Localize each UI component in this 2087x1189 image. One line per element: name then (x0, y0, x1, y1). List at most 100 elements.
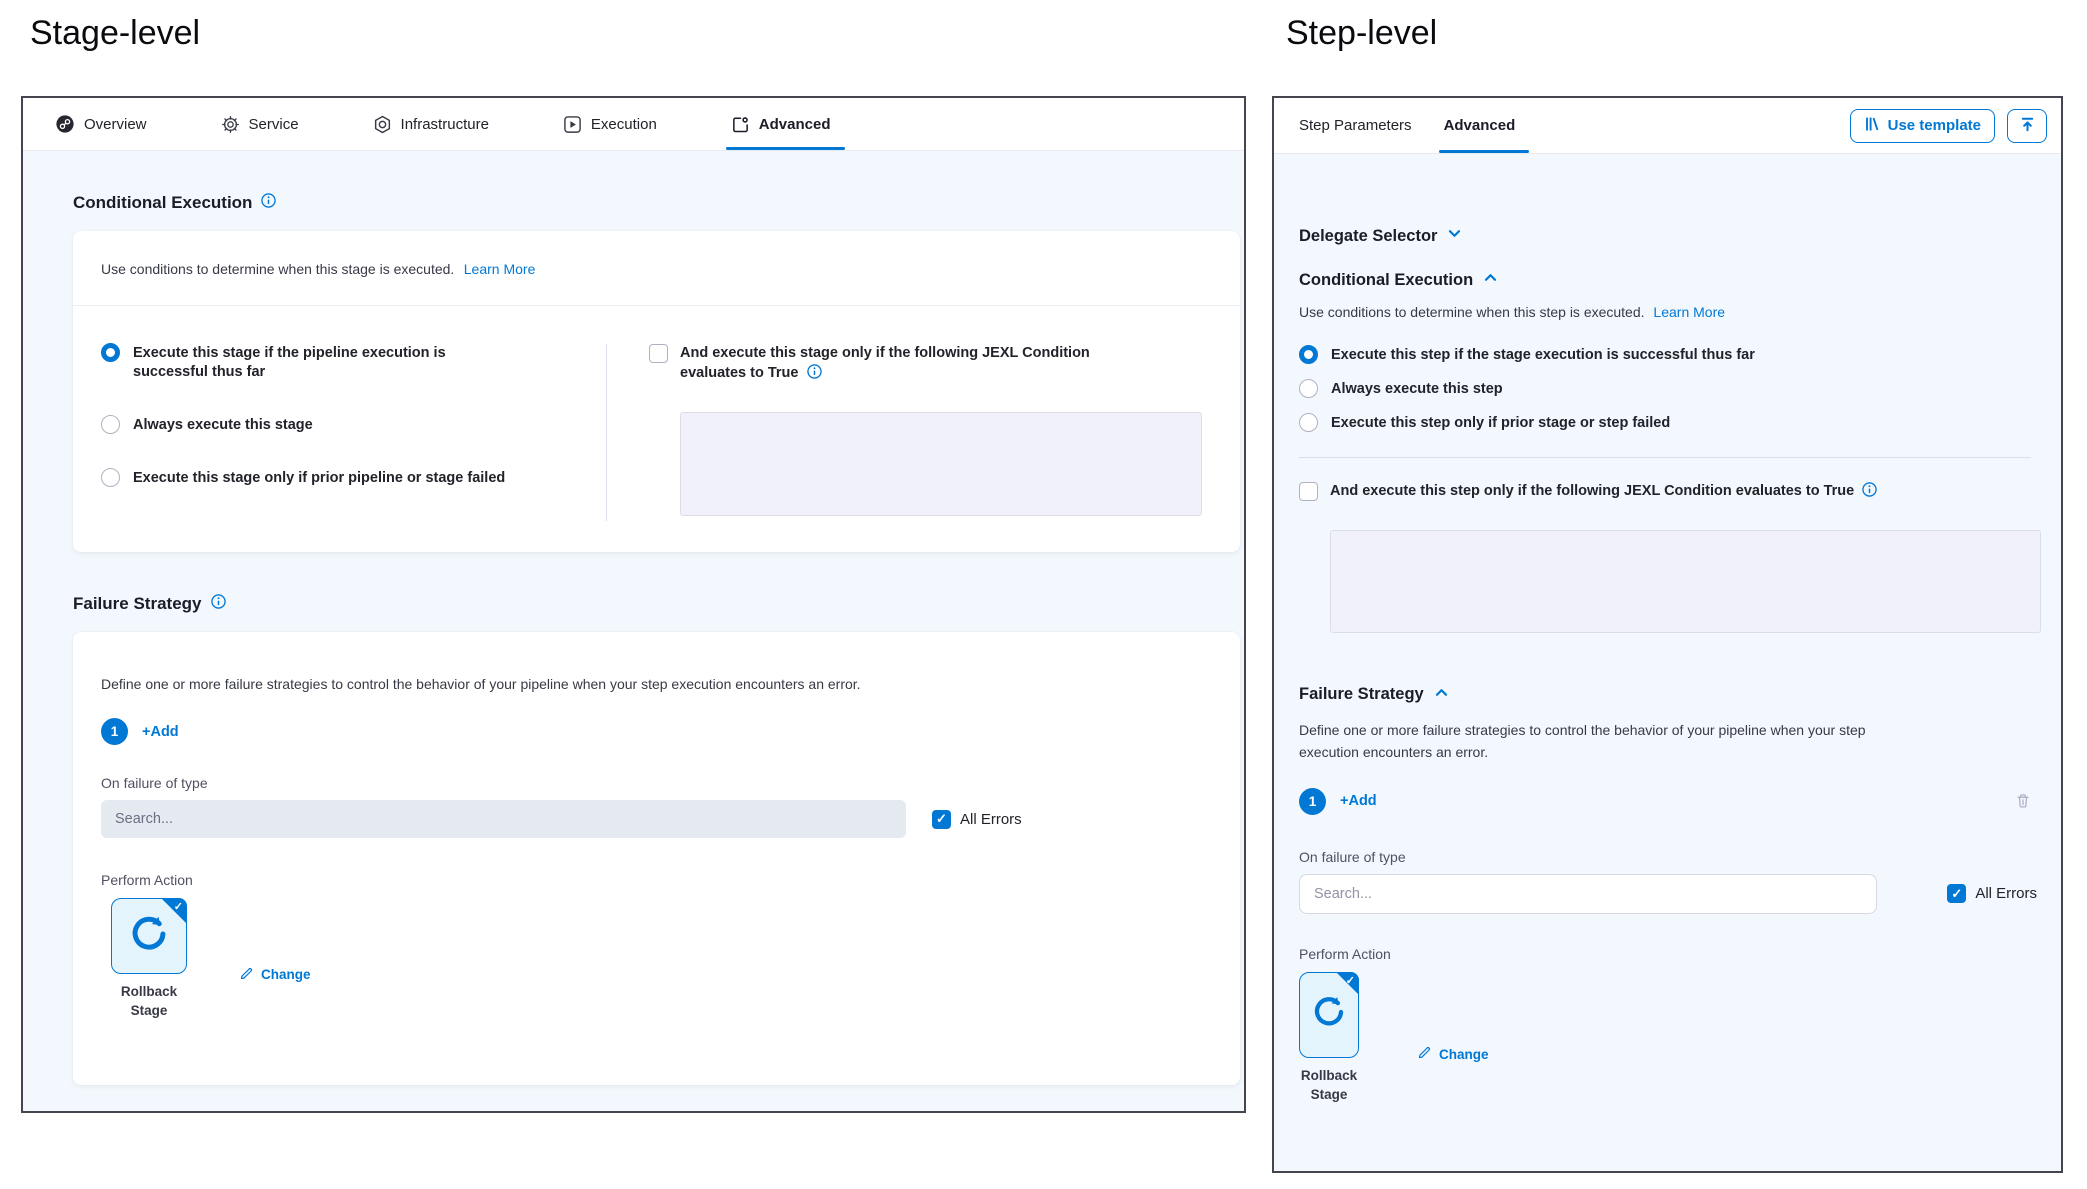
stage-condition-option-success[interactable]: Execute this stage if the pipeline execu… (101, 344, 566, 382)
infrastructure-icon (373, 115, 392, 134)
tab-service-label: Service (249, 116, 299, 133)
tab-step-parameters[interactable]: Step Parameters (1299, 98, 1412, 153)
tab-step-advanced[interactable]: Advanced (1444, 98, 1516, 153)
rollback-icon (1310, 993, 1348, 1036)
info-icon[interactable] (261, 193, 276, 213)
all-errors-group[interactable]: ✓ All Errors (1947, 884, 2037, 903)
stage-jexl-checkbox-row[interactable]: And execute this stage only if the follo… (649, 344, 1202, 385)
tab-advanced-label: Advanced (759, 116, 831, 133)
conditional-execution-row[interactable]: Conditional Execution (1299, 270, 2039, 290)
learn-more-link[interactable]: Learn More (1653, 304, 1725, 320)
radio-unselected[interactable] (1299, 379, 1318, 398)
add-strategy-button[interactable]: +Add (142, 724, 179, 740)
all-errors-checkbox[interactable]: ✓ (932, 810, 951, 829)
step-jexl-condition-input[interactable] (1330, 530, 2041, 633)
step-jexl-checkbox-row[interactable]: And execute this step only if the follow… (1299, 482, 2039, 504)
stage-condition-options: Execute this stage if the pipeline execu… (101, 344, 606, 521)
step-advanced-panel: Step Parameters Advanced Use template De… (1272, 96, 2063, 1173)
info-icon[interactable] (1862, 482, 1877, 504)
learn-more-link[interactable]: Learn More (464, 261, 536, 277)
radio-unselected[interactable] (101, 468, 120, 487)
tab-infrastructure-label: Infrastructure (401, 116, 489, 133)
step-condition-option-success[interactable]: Execute this step if the stage execution… (1299, 346, 2039, 365)
section-divider (1299, 457, 2031, 458)
tab-execution-label: Execution (591, 116, 657, 133)
save-as-template-button[interactable] (2007, 109, 2047, 143)
jexl-checkbox[interactable] (1299, 482, 1318, 501)
add-strategy-button[interactable]: +Add (1340, 793, 1377, 809)
selected-check-icon: ✓ (174, 900, 183, 913)
change-action-link[interactable]: Change (239, 928, 311, 1021)
conditional-execution-intro-row: Use conditions to determine when this st… (1299, 304, 2039, 320)
tab-overview-label: Overview (84, 116, 147, 133)
failure-strategy-intro: Define one or more failure strategies to… (101, 676, 1212, 692)
on-failure-of-type-label: On failure of type (1299, 849, 2039, 865)
service-gear-icon (221, 115, 240, 134)
radio-label: Always execute this stage (133, 416, 313, 435)
tab-overview[interactable]: Overview (55, 98, 147, 150)
conditional-execution-intro: Use conditions to determine when this st… (101, 261, 454, 277)
info-icon[interactable] (807, 364, 822, 386)
jexl-checkbox[interactable] (649, 344, 668, 363)
tab-advanced[interactable]: Advanced (731, 98, 831, 150)
radio-unselected[interactable] (101, 415, 120, 434)
pencil-icon (1417, 1045, 1432, 1063)
tab-step-advanced-label: Advanced (1444, 117, 1516, 134)
radio-unselected[interactable] (1299, 413, 1318, 432)
tab-infrastructure[interactable]: Infrastructure (373, 98, 489, 150)
template-library-icon (1864, 116, 1880, 136)
step-condition-option-failed[interactable]: Execute this step only if prior stage or… (1299, 414, 2039, 433)
change-action-link[interactable]: Change (1417, 1004, 1489, 1105)
step-tabbar: Step Parameters Advanced Use template (1274, 98, 2061, 154)
selected-check-icon: ✓ (1346, 974, 1355, 987)
failure-strategy-row[interactable]: Failure Strategy (1299, 685, 2039, 705)
rollback-stage-label: Rollback Stage (121, 983, 177, 1021)
chevron-up-icon[interactable] (1434, 685, 1449, 705)
perform-action-label: Perform Action (101, 872, 1212, 888)
on-failure-of-type-label: On failure of type (101, 775, 1212, 791)
rollback-stage-action-card[interactable]: ✓ (1299, 972, 1359, 1058)
rollback-stage-action-card[interactable]: ✓ (111, 898, 187, 974)
all-errors-group[interactable]: ✓ All Errors (932, 810, 1022, 829)
jexl-label: And execute this step only if the follow… (1330, 482, 1877, 504)
all-errors-label: All Errors (1975, 885, 2037, 902)
failure-strategy-card: Define one or more failure strategies to… (73, 632, 1240, 1085)
failure-type-search-input[interactable] (1299, 874, 1877, 914)
chevron-down-icon[interactable] (1447, 226, 1462, 246)
strategy-count-badge[interactable]: 1 (101, 718, 128, 745)
conditional-execution-intro: Use conditions to determine when this st… (1299, 304, 1645, 320)
chevron-up-icon[interactable] (1483, 270, 1498, 290)
execution-play-icon (563, 115, 582, 134)
delegate-selector-row[interactable]: Delegate Selector (1299, 226, 2039, 246)
stage-condition-option-always[interactable]: Always execute this stage (101, 416, 566, 435)
info-icon[interactable] (211, 594, 226, 614)
use-template-button[interactable]: Use template (1850, 109, 1995, 143)
radio-selected[interactable] (101, 343, 120, 362)
stage-condition-option-failed[interactable]: Execute this stage only if prior pipelin… (101, 469, 566, 488)
failure-strategy-heading-row: Failure Strategy (73, 594, 1244, 614)
upload-arrow-icon (2019, 116, 2036, 136)
step-level-title: Step-level (1286, 14, 1437, 53)
radio-label: Execute this step only if prior stage or… (1331, 414, 1670, 433)
step-condition-options: Execute this step if the stage execution… (1299, 346, 2039, 433)
delete-strategy-button[interactable] (2015, 793, 2031, 809)
stage-jexl-condition-input[interactable] (680, 412, 1202, 516)
conditional-execution-heading-row: Conditional Execution (73, 193, 1244, 213)
delegate-selector-heading: Delegate Selector (1299, 227, 1437, 246)
failure-type-search-input[interactable] (101, 800, 906, 838)
radio-label: Always execute this step (1331, 380, 1503, 399)
overview-icon (55, 114, 75, 134)
tab-execution[interactable]: Execution (563, 98, 657, 150)
tab-service[interactable]: Service (221, 98, 299, 150)
radio-selected[interactable] (1299, 345, 1318, 364)
stage-level-title: Stage-level (30, 14, 200, 53)
failure-strategy-heading: Failure Strategy (1299, 685, 1424, 704)
stage-advanced-content: Conditional Execution Use conditions to … (23, 193, 1244, 1085)
step-condition-option-always[interactable]: Always execute this step (1299, 380, 2039, 399)
strategy-count-badge[interactable]: 1 (1299, 788, 1326, 815)
advanced-icon (731, 115, 750, 134)
failure-strategy-intro: Define one or more failure strategies to… (1299, 719, 1899, 764)
radio-label: Execute this stage if the pipeline execu… (133, 344, 478, 382)
conditional-execution-card: Use conditions to determine when this st… (73, 231, 1240, 552)
all-errors-checkbox[interactable]: ✓ (1947, 884, 1966, 903)
